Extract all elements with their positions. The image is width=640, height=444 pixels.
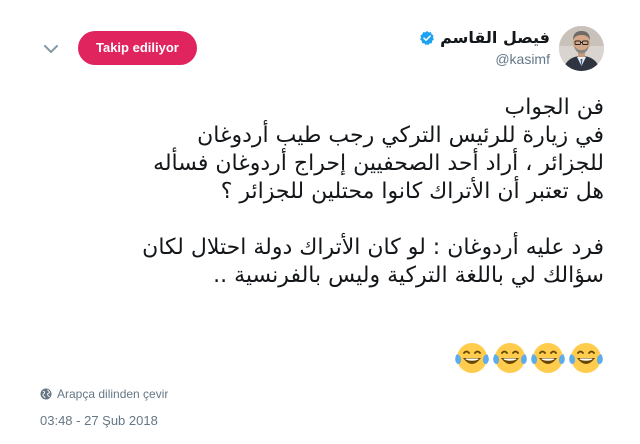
avatar[interactable] xyxy=(559,26,604,71)
avatar-image xyxy=(559,26,604,71)
tweet-text-line: في زيارة للرئيس التركي رجب طيب أردوغان xyxy=(197,123,604,148)
tweet-text-line: هل تعتبر أن الأتراك كانوا محتلين للجزائر… xyxy=(220,179,604,204)
verified-badge-icon xyxy=(420,30,434,45)
face-with-tears-of-joy-icon xyxy=(455,343,489,373)
tweet-text-line: للجزائر ، أراد أحد الصحفيين إحراج أردوغا… xyxy=(153,151,604,176)
more-options-button[interactable] xyxy=(40,38,62,60)
following-button[interactable]: Takip ediliyor xyxy=(78,31,197,65)
tweet-card: Takip ediliyor فيصل القاسم @kasimf فن ال… xyxy=(0,0,640,444)
tweet-text: فن الجواب في زيارة للرئيس التركي رجب طيب… xyxy=(40,94,604,290)
emoji-row xyxy=(454,340,604,376)
tweet-text-line: فن الجواب xyxy=(504,95,604,120)
tweet-text-line: فرد عليه أردوغان : لو كان الأتراك دولة ا… xyxy=(142,235,604,260)
translate-label[interactable]: Arapça dilinden çevir xyxy=(57,387,168,401)
face-with-tears-of-joy-icon xyxy=(493,343,527,373)
translate-tweet-link[interactable]: Arapça dilinden çevir xyxy=(40,387,168,401)
chevron-down-icon xyxy=(44,44,58,53)
face-with-tears-of-joy-icon xyxy=(569,343,603,373)
tweet-timestamp[interactable]: 03:48 - 27 Şub 2018 xyxy=(40,413,158,428)
tweet-text-line: سؤالك لي باللغة التركية وليس بالفرنسية .… xyxy=(213,263,604,288)
face-with-tears-of-joy-icon xyxy=(531,343,565,373)
display-name[interactable]: فيصل القاسم xyxy=(440,28,550,47)
globe-icon xyxy=(40,388,52,400)
username[interactable]: @kasimf xyxy=(419,51,550,67)
user-info[interactable]: فيصل القاسم @kasimf xyxy=(419,28,550,67)
tweet-header: Takip ediliyor فيصل القاسم @kasimf xyxy=(40,26,604,78)
